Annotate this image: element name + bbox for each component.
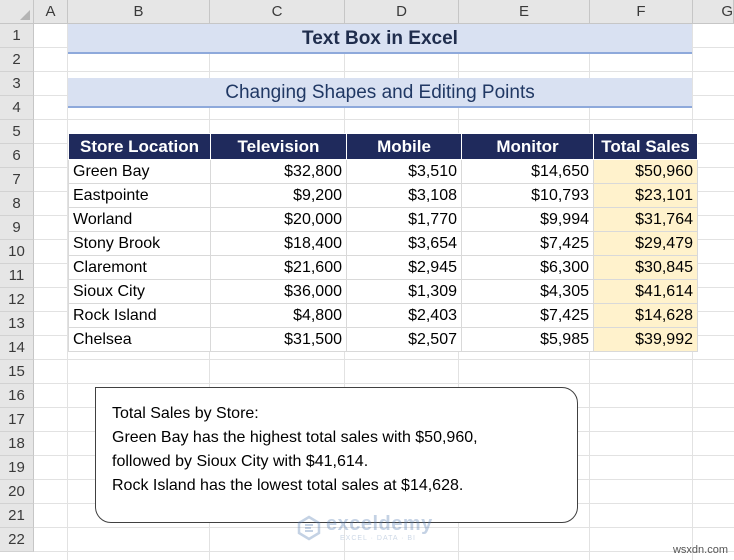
cell-store-location[interactable]: Worland bbox=[68, 207, 211, 232]
column-header-a[interactable]: A bbox=[34, 0, 68, 24]
row-header[interactable]: 17 bbox=[0, 408, 34, 432]
row-header[interactable]: 4 bbox=[0, 96, 34, 120]
cell-total-sales[interactable]: $30,845 bbox=[593, 255, 698, 280]
row-header[interactable]: 13 bbox=[0, 312, 34, 336]
select-all-triangle-icon bbox=[20, 10, 30, 20]
cell-television[interactable]: $20,000 bbox=[210, 207, 347, 232]
cell-mobile[interactable]: $2,507 bbox=[346, 327, 462, 352]
sales-table: Store Location Television Mobile Monitor… bbox=[68, 133, 698, 352]
watermark-name: exceldemy bbox=[326, 513, 433, 535]
text-box-line: Total Sales by Store: bbox=[112, 405, 259, 422]
watermark-tagline: EXCEL · DATA · BI bbox=[340, 535, 416, 542]
cell-store-location[interactable]: Claremont bbox=[68, 255, 211, 280]
cell-store-location[interactable]: Eastpointe bbox=[68, 183, 211, 208]
column-header-e[interactable]: E bbox=[459, 0, 590, 24]
cell-mobile[interactable]: $1,309 bbox=[346, 279, 462, 304]
footer-watermark: wsxdn.com bbox=[672, 544, 728, 556]
spreadsheet-grid[interactable]: A B C D E F G 1 2 3 4 5 6 7 8 9 10 11 12 13 14 15 16 17 1… bbox=[0, 0, 734, 560]
row-header[interactable]: 5 bbox=[0, 120, 34, 144]
table-row: Claremont $21,600 $2,945 $6,300 $30,845 bbox=[68, 255, 698, 280]
row-header[interactable]: 10 bbox=[0, 240, 34, 264]
table-row: Chelsea $31,500 $2,507 $5,985 $39,992 bbox=[68, 327, 698, 352]
cell-television[interactable]: $9,200 bbox=[210, 183, 347, 208]
text-box-line: followed by Sioux City with $41,614. bbox=[112, 453, 369, 470]
cell-television[interactable]: $31,500 bbox=[210, 327, 347, 352]
row-header[interactable]: 16 bbox=[0, 384, 34, 408]
cell-monitor[interactable]: $9,994 bbox=[461, 207, 594, 232]
cell-store-location[interactable]: Stony Brook bbox=[68, 231, 211, 256]
column-header-f[interactable]: F bbox=[590, 0, 693, 24]
cell-monitor[interactable]: $7,425 bbox=[461, 231, 594, 256]
header-total-sales[interactable]: Total Sales bbox=[593, 133, 698, 160]
row-header[interactable]: 15 bbox=[0, 360, 34, 384]
table-row: Stony Brook $18,400 $3,654 $7,425 $29,47… bbox=[68, 231, 698, 256]
column-header-d[interactable]: D bbox=[345, 0, 459, 24]
cell-total-sales[interactable]: $39,992 bbox=[593, 327, 698, 352]
cell-total-sales[interactable]: $29,479 bbox=[593, 231, 698, 256]
cell-total-sales[interactable]: $14,628 bbox=[593, 303, 698, 328]
cell-television[interactable]: $21,600 bbox=[210, 255, 347, 280]
table-row: Eastpointe $9,200 $3,108 $10,793 $23,101 bbox=[68, 183, 698, 208]
row-header[interactable]: 11 bbox=[0, 264, 34, 288]
cell-television[interactable]: $18,400 bbox=[210, 231, 347, 256]
cell-monitor[interactable]: $5,985 bbox=[461, 327, 594, 352]
cell-store-location[interactable]: Green Bay bbox=[68, 159, 211, 184]
row-header[interactable]: 18 bbox=[0, 432, 34, 456]
cell-mobile[interactable]: $1,770 bbox=[346, 207, 462, 232]
row-header[interactable]: 9 bbox=[0, 216, 34, 240]
table-row: Sioux City $36,000 $1,309 $4,305 $41,614 bbox=[68, 279, 698, 304]
row-header[interactable]: 20 bbox=[0, 480, 34, 504]
cell-total-sales[interactable]: $23,101 bbox=[593, 183, 698, 208]
cell-total-sales[interactable]: $41,614 bbox=[593, 279, 698, 304]
cell-television[interactable]: $32,800 bbox=[210, 159, 347, 184]
row-header[interactable]: 14 bbox=[0, 336, 34, 360]
cell-monitor[interactable]: $6,300 bbox=[461, 255, 594, 280]
row-header[interactable]: 12 bbox=[0, 288, 34, 312]
cell-television[interactable]: $4,800 bbox=[210, 303, 347, 328]
table-row: Rock Island $4,800 $2,403 $7,425 $14,628 bbox=[68, 303, 698, 328]
header-monitor[interactable]: Monitor bbox=[461, 133, 594, 160]
cell-monitor[interactable]: $7,425 bbox=[461, 303, 594, 328]
summary-text-box[interactable]: Total Sales by Store: Green Bay has the … bbox=[95, 387, 578, 523]
cell-monitor[interactable]: $10,793 bbox=[461, 183, 594, 208]
cell-store-location[interactable]: Rock Island bbox=[68, 303, 211, 328]
cell-store-location[interactable]: Chelsea bbox=[68, 327, 211, 352]
cell-store-location[interactable]: Sioux City bbox=[68, 279, 211, 304]
table-row: Worland $20,000 $1,770 $9,994 $31,764 bbox=[68, 207, 698, 232]
row-header[interactable]: 6 bbox=[0, 144, 34, 168]
table-row: Green Bay $32,800 $3,510 $14,650 $50,960 bbox=[68, 159, 698, 184]
sheet-subtitle[interactable]: Changing Shapes and Editing Points bbox=[68, 78, 692, 108]
sheet-title[interactable]: Text Box in Excel bbox=[68, 24, 692, 54]
row-header[interactable]: 8 bbox=[0, 192, 34, 216]
row-header[interactable]: 3 bbox=[0, 72, 34, 96]
table-header-row: Store Location Television Mobile Monitor… bbox=[68, 133, 698, 160]
cell-mobile[interactable]: $3,510 bbox=[346, 159, 462, 184]
text-box-line: Rock Island has the lowest total sales a… bbox=[112, 477, 464, 494]
select-all-corner[interactable] bbox=[0, 0, 34, 24]
text-box-line: Green Bay has the highest total sales wi… bbox=[112, 429, 478, 446]
cell-mobile[interactable]: $2,945 bbox=[346, 255, 462, 280]
cell-television[interactable]: $36,000 bbox=[210, 279, 347, 304]
header-television[interactable]: Television bbox=[210, 133, 347, 160]
exceldemy-watermark: exceldemy EXCEL · DATA · BI bbox=[296, 513, 446, 545]
row-header[interactable]: 22 bbox=[0, 528, 34, 552]
header-store-location[interactable]: Store Location bbox=[68, 133, 211, 160]
column-header-g[interactable]: G bbox=[693, 0, 734, 24]
exceldemy-logo-icon bbox=[297, 515, 321, 541]
row-header[interactable]: 1 bbox=[0, 24, 34, 48]
row-header[interactable]: 19 bbox=[0, 456, 34, 480]
cell-total-sales[interactable]: $31,764 bbox=[593, 207, 698, 232]
cell-mobile[interactable]: $3,108 bbox=[346, 183, 462, 208]
row-header[interactable]: 2 bbox=[0, 48, 34, 72]
row-header[interactable]: 7 bbox=[0, 168, 34, 192]
column-header-c[interactable]: C bbox=[210, 0, 345, 24]
row-header[interactable]: 21 bbox=[0, 504, 34, 528]
cell-monitor[interactable]: $4,305 bbox=[461, 279, 594, 304]
cell-total-sales[interactable]: $50,960 bbox=[593, 159, 698, 184]
header-mobile[interactable]: Mobile bbox=[346, 133, 462, 160]
cell-mobile[interactable]: $3,654 bbox=[346, 231, 462, 256]
cell-monitor[interactable]: $14,650 bbox=[461, 159, 594, 184]
column-header-b[interactable]: B bbox=[68, 0, 210, 24]
cell-mobile[interactable]: $2,403 bbox=[346, 303, 462, 328]
